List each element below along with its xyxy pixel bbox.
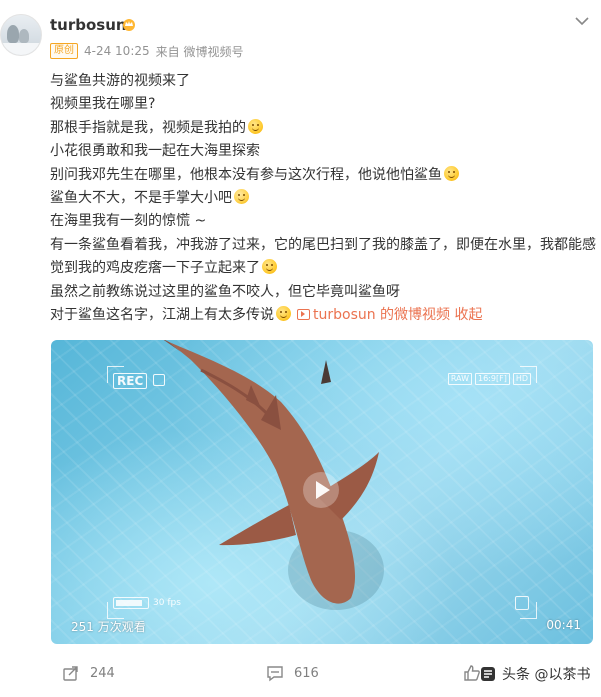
thinking-emoji-icon [234,188,249,204]
comment-button[interactable]: 616 [266,664,319,682]
smile-emoji-icon [276,305,291,321]
comment-icon [267,666,283,682]
toutiao-logo-icon [481,667,495,681]
share-icon [63,666,78,681]
post-source[interactable]: 来自 微博视频号 [156,43,244,60]
content-text: 鲨鱼大不大，不是手掌大小吧 [50,189,232,206]
content-text: 那根手指就是我，视频是我拍的 [50,119,246,136]
post-content: 与鲨鱼共游的视频来了 视频里我在哪里? 那根手指就是我，视频是我拍的 小花很勇敢… [50,70,598,327]
battery-icon [113,597,149,609]
content-line: 虽然之前教练说过这里的鲨鱼不咬人，但它毕竟叫鲨鱼呀 [50,281,598,304]
ratio-tag: 16:9[F] [475,373,510,385]
like-icon [464,665,480,681]
content-text: 虽然之前教练说过这里的鲨鱼不咬人，但它毕竟叫鲨鱼呀 [50,283,400,300]
content-line: 小花很勇敢和我一起在大海里探索 [50,140,598,163]
smile-emoji-icon [444,165,459,181]
fps-text: 30 fps [153,598,181,608]
content-line: 别问我邓先生在哪里，他根本没有参与这次行程，他说他怕鲨鱼 [50,164,598,187]
hud-corner [107,366,124,383]
content-line: 视频里我在哪里? [50,93,598,116]
share-count: 244 [90,665,115,681]
avatar[interactable] [0,14,42,56]
comment-count: 616 [294,665,319,681]
video-duration: 00:41 [546,618,581,632]
rec-frame-icon [153,374,165,386]
content-text: 别问我邓先生在哪里，他根本没有参与这次行程，他说他怕鲨鱼 [50,166,442,183]
content-line: 有一条鲨鱼看着我，冲我游了过来，它的尾巴扫到了我的膝盖了，即便在水里，我都能感觉… [50,234,598,281]
content-line: 在海里我有一刻的惊慌 ~ [50,210,598,233]
weibo-post: turbosun 原创 4-24 10:25 来自 微博视频号 与鲨鱼共游的视频… [0,0,601,697]
video-player[interactable]: REC RAW 16:9[F] HD 30 fps 251 万次观看 00:41 [51,340,593,644]
share-button[interactable]: 244 [62,664,115,682]
avatar-tree-shape [7,25,19,43]
watermark-text: 头条 @以茶书 [502,667,591,683]
crown-icon [123,19,135,31]
content-line: 鲨鱼大不大，不是手掌大小吧 [50,187,598,210]
hud-corner [520,366,537,383]
content-text: 视频里我在哪里? [50,96,156,113]
post-meta: 原创 4-24 10:25 来自 微博视频号 [50,43,243,59]
play-button[interactable] [303,472,339,508]
content-line: 与鲨鱼共游的视频来了 [50,70,598,93]
content-text: 有一条鲨鱼看着我，冲我游了过来，它的尾巴扫到了我的膝盖了，即便在水里，我都能感觉… [50,236,596,277]
collapse-link[interactable]: 收起 [455,307,483,323]
chevron-down-icon[interactable] [575,16,589,26]
avatar-snow-shape [1,43,41,55]
content-line: 那根手指就是我，视频是我拍的 [50,117,598,140]
smile-emoji-icon [248,118,263,134]
content-text: 小花很勇敢和我一起在大海里探索 [50,143,260,160]
post-timestamp[interactable]: 4-24 10:25 [84,44,150,58]
camera-tags: RAW 16:9[F] HD [447,373,531,385]
content-line: 对于鲨鱼这名字，江湖上有太多传说 turbosun 的微博视频 收起 [50,304,598,327]
menu-icon [515,596,529,610]
watermark: 头条 @以茶书 [480,664,590,684]
content-text: 在海里我有一刻的惊慌 ~ [50,213,207,230]
view-count: 251 万次观看 [71,620,146,634]
avatar-tree-shape-2 [19,29,29,43]
original-badge: 原创 [50,43,78,59]
video-link-icon [297,308,310,320]
content-text: 对于鲨鱼这名字，江湖上有太多传说 [50,306,274,323]
raw-tag: RAW [447,373,472,385]
video-link[interactable]: turbosun 的微博视频 [313,307,450,323]
content-text: 与鲨鱼共游的视频来了 [50,73,190,89]
username[interactable]: turbosun [50,16,127,34]
smile-emoji-icon [262,259,277,275]
fps-indicator: 30 fps [113,597,181,609]
